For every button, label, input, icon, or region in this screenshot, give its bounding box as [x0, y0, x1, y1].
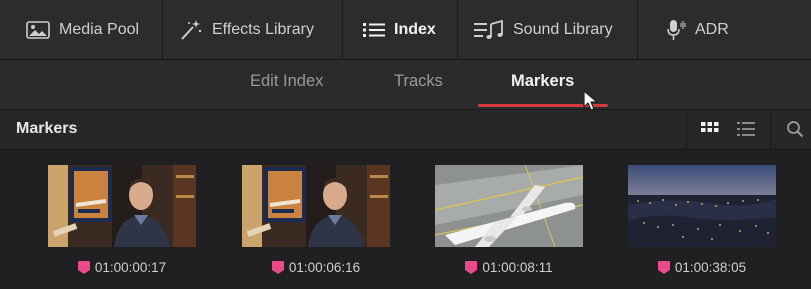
man-in-room-thumbnail[interactable] [242, 165, 390, 247]
music-note-icon [474, 19, 504, 40]
top-toolbar: Media Pool Effects Library Index Sound L… [0, 0, 811, 60]
list-icon [363, 22, 385, 38]
city-at-night-thumbnail[interactable] [628, 165, 776, 247]
man-in-room-thumbnail[interactable] [48, 165, 196, 247]
grid-view-icon[interactable] [699, 118, 721, 140]
markers-panel-header: Markers [0, 110, 811, 150]
toolbar-media-pool-label: Media Pool [59, 20, 140, 38]
marker-timecode: 01:00:00:17 [94, 260, 167, 275]
marker-timecode-row: 01:00:38:05 [628, 260, 776, 275]
toolbar-sound-library-button[interactable]: Sound Library [458, 0, 638, 60]
marker-clip[interactable]: 01:00:38:05 [628, 165, 776, 275]
marker-clip[interactable]: 01:00:06:16 [242, 165, 390, 275]
tab-tracks[interactable]: Tracks [394, 72, 443, 91]
index-subtabs: Edit Index Tracks Markers [0, 60, 811, 110]
airplane-on-runway-thumbnail[interactable] [435, 165, 583, 247]
toolbar-adr-button[interactable]: ADR [638, 0, 811, 60]
marker-flag-icon [77, 261, 90, 274]
marker-timecode-row: 01:00:00:17 [48, 260, 196, 275]
tab-markers[interactable]: Markers [511, 72, 574, 91]
magic-wand-icon [179, 19, 203, 41]
marker-timecode-row: 01:00:08:11 [435, 260, 583, 275]
search-icon[interactable] [784, 118, 806, 140]
toolbar-index-button[interactable]: Index [343, 0, 458, 60]
marker-flag-icon [465, 261, 478, 274]
mouse-cursor-icon [583, 90, 599, 112]
marker-timecode: 01:00:38:05 [674, 260, 747, 275]
marker-clip[interactable]: 01:00:08:11 [435, 165, 583, 275]
toolbar-sound-library-label: Sound Library [513, 20, 613, 38]
list-view-icon[interactable] [735, 118, 757, 140]
markers-grid: 01:00:00:17 01:00:06:16 01:00:08:11 01:0… [0, 150, 811, 289]
panel-title: Markers [16, 120, 78, 137]
marker-clip[interactable]: 01:00:00:17 [48, 165, 196, 275]
tab-edit-index[interactable]: Edit Index [250, 72, 323, 91]
microphone-icon [666, 19, 686, 41]
header-divider [686, 110, 687, 150]
marker-flag-icon [271, 261, 284, 274]
toolbar-effects-library-button[interactable]: Effects Library [163, 0, 343, 60]
toolbar-adr-label: ADR [695, 20, 729, 38]
toolbar-index-label: Index [394, 20, 436, 38]
marker-flag-icon [657, 261, 670, 274]
toolbar-effects-library-label: Effects Library [212, 20, 314, 38]
marker-timecode-row: 01:00:06:16 [242, 260, 390, 275]
index-panel: Media Pool Effects Library Index Sound L… [0, 0, 811, 289]
header-divider [770, 110, 771, 150]
marker-timecode: 01:00:08:11 [482, 260, 553, 275]
media-pool-icon [26, 20, 50, 39]
marker-timecode: 01:00:06:16 [288, 260, 361, 275]
toolbar-media-pool-button[interactable]: Media Pool [0, 0, 163, 60]
